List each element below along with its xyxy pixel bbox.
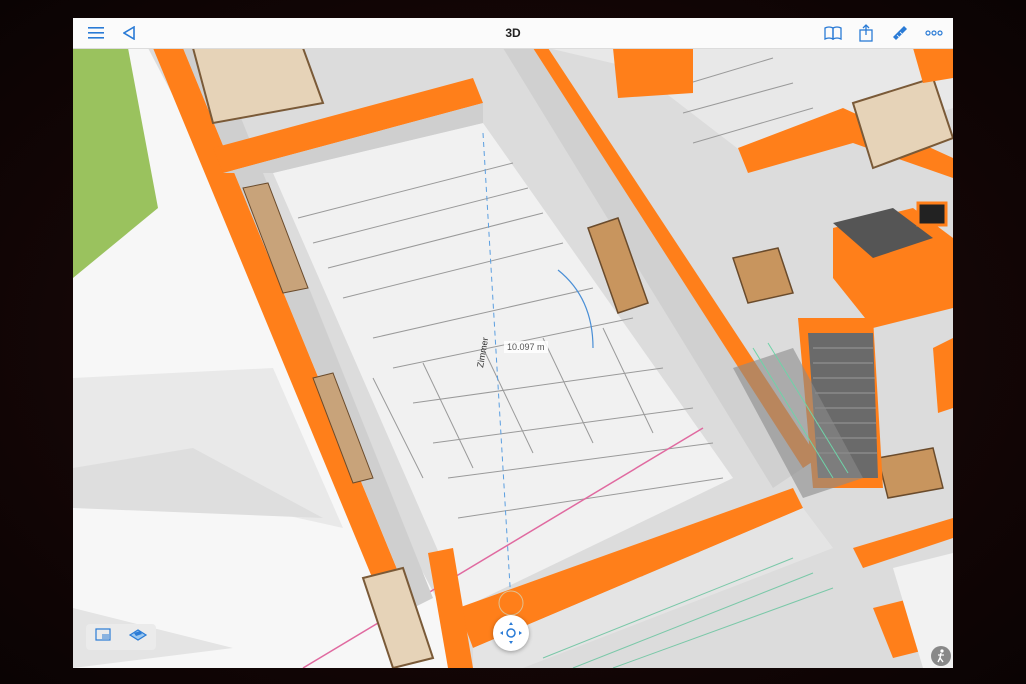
navigation-pad-icon	[500, 622, 522, 644]
view-mode-2d-icon[interactable]	[94, 627, 111, 647]
top-toolbar: 3D	[73, 18, 953, 49]
measurement-label: 10.097 m	[504, 341, 548, 353]
walk-person-icon	[937, 649, 944, 663]
ruler-icon[interactable]	[889, 23, 911, 43]
navigation-pad-button[interactable]	[493, 615, 529, 651]
book-icon[interactable]	[822, 23, 844, 43]
more-dots-icon[interactable]	[923, 23, 945, 43]
view-mode-toolbar	[86, 624, 156, 650]
share-icon[interactable]	[855, 23, 877, 43]
page-title: 3D	[505, 26, 521, 40]
3d-scene: Zimmer	[73, 48, 953, 668]
3d-viewport[interactable]: Zimmer 10.097 m	[73, 48, 953, 668]
view-mode-3d-icon[interactable]	[128, 628, 148, 647]
walk-mode-button[interactable]	[931, 646, 951, 666]
ipad-screen: 3D Zimmer 10.097 m	[73, 18, 953, 668]
